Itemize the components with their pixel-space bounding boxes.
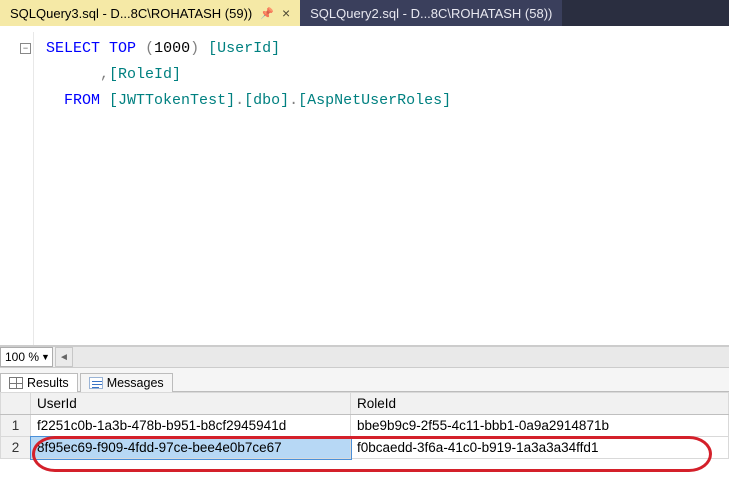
collapse-icon[interactable]: − [20, 43, 31, 54]
scroll-left-button[interactable]: ◄ [55, 347, 73, 367]
row-header-blank [1, 393, 31, 415]
col-userid: [UserId] [208, 40, 280, 57]
results-tabstrip: Results Messages [0, 368, 729, 392]
cell-roleid[interactable]: bbe9b9c9-2f55-4c11-bbb1-0a9a2914871b [351, 415, 729, 437]
results-tab[interactable]: Results [0, 373, 78, 392]
paren-close: ) [190, 40, 199, 57]
cell-roleid[interactable]: f0bcaedd-3f6a-41c0-b919-1a3a3a34ffd1 [351, 437, 729, 459]
messages-icon [89, 377, 103, 389]
paren-open: ( [145, 40, 154, 57]
table-name: [AspNetUserRoles] [298, 92, 451, 109]
kw-top: TOP [109, 40, 136, 57]
messages-tab-label: Messages [107, 376, 164, 390]
chevron-down-icon: ▼ [41, 352, 50, 362]
close-icon[interactable]: × [282, 5, 290, 21]
tab-sqlquery3[interactable]: SQLQuery3.sql - D...8C\ROHATASH (59)) 📌 … [0, 0, 300, 26]
col-roleid: [RoleId] [109, 66, 181, 83]
top-n: 1000 [154, 40, 190, 57]
grid-header-row: UserId RoleId [1, 393, 729, 415]
editor-tabs: SQLQuery3.sql - D...8C\ROHATASH (59)) 📌 … [0, 0, 729, 26]
zoom-bar: 100 % ▼ ◄ [0, 346, 729, 368]
comma: , [100, 66, 109, 83]
zoom-value: 100 % [5, 350, 39, 364]
kw-from: FROM [64, 92, 100, 109]
pin-icon[interactable]: 📌 [260, 7, 274, 20]
code-area[interactable]: SELECT TOP (1000) [UserId] ,[RoleId] FRO… [34, 32, 729, 345]
grid-icon [9, 377, 23, 389]
sql-editor[interactable]: − SELECT TOP (1000) [UserId] ,[RoleId] F… [0, 26, 729, 346]
schema-name: [dbo] [244, 92, 289, 109]
messages-tab[interactable]: Messages [80, 373, 173, 392]
zoom-dropdown[interactable]: 100 % ▼ [0, 347, 53, 367]
tab-label: SQLQuery2.sql - D...8C\ROHATASH (58)) [310, 6, 552, 21]
table-row[interactable]: 1 f2251c0b-1a3b-478b-b951-b8cf2945941d b… [1, 415, 729, 437]
editor-gutter: − [0, 32, 34, 345]
col-header-userid[interactable]: UserId [31, 393, 351, 415]
row-number: 1 [1, 415, 31, 437]
dot2: . [289, 92, 298, 109]
col-header-roleid[interactable]: RoleId [351, 393, 729, 415]
tab-label: SQLQuery3.sql - D...8C\ROHATASH (59)) [10, 6, 252, 21]
hscroll-track[interactable] [73, 347, 729, 367]
results-tab-label: Results [27, 376, 69, 390]
kw-select: SELECT [46, 40, 100, 57]
results-grid[interactable]: UserId RoleId 1 f2251c0b-1a3b-478b-b951-… [0, 392, 729, 459]
results-pane: UserId RoleId 1 f2251c0b-1a3b-478b-b951-… [0, 392, 729, 459]
table-row[interactable]: 2 8f95ec69-f909-4fdd-97ce-bee4e0b7ce67 f… [1, 437, 729, 459]
cell-userid[interactable]: f2251c0b-1a3b-478b-b951-b8cf2945941d [31, 415, 351, 437]
tab-sqlquery2[interactable]: SQLQuery2.sql - D...8C\ROHATASH (58)) [300, 0, 562, 26]
cell-userid-selected[interactable]: 8f95ec69-f909-4fdd-97ce-bee4e0b7ce67 [31, 437, 351, 459]
db-name: [JWTTokenTest] [109, 92, 235, 109]
dot1: . [235, 92, 244, 109]
row-number: 2 [1, 437, 31, 459]
